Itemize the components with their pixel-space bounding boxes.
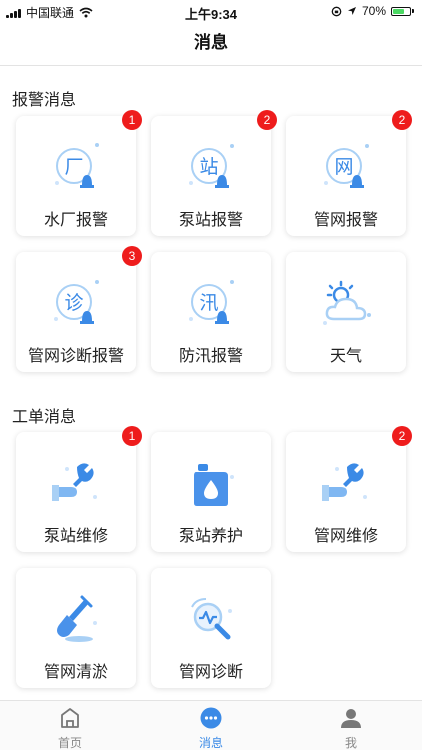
tab-messages[interactable]: 消息 <box>171 701 251 751</box>
pipe-diagnosis-alarm-icon: 诊 <box>54 280 99 324</box>
message-icon <box>200 707 222 729</box>
card-label: 管网诊断 <box>178 664 243 681</box>
card-weather[interactable]: 天气 <box>286 252 406 372</box>
glyph-text: 网 <box>334 156 353 178</box>
flood-control-alarm-icon: 汛 <box>189 280 234 324</box>
pipe-network-alarm-icon: 网 <box>324 144 369 188</box>
card-flood-control-alarm[interactable]: 汛 防汛报警 <box>151 252 271 372</box>
tab-label: 消息 <box>198 736 223 750</box>
battery-percent: 70% <box>361 4 386 18</box>
home-icon <box>61 708 79 728</box>
oil-canister-icon <box>194 464 234 506</box>
card-label: 天气 <box>329 348 362 365</box>
tab-home[interactable]: 首页 <box>30 701 110 751</box>
badge-count: 1 <box>122 426 142 446</box>
shovel-icon <box>57 595 97 642</box>
tab-label: 我 <box>344 736 357 750</box>
card-label: 管网清淤 <box>43 664 108 681</box>
card-label: 管网报警 <box>313 212 378 229</box>
repair-hand-wrench-icon <box>322 463 367 501</box>
section-title-work-order: 工单消息 <box>12 409 77 426</box>
tab-bar: 首页 消息 我 <box>0 700 422 750</box>
badge-count: 2 <box>392 110 412 130</box>
card-label: 泵站维修 <box>43 528 108 545</box>
card-pipe-diagnosis-alarm[interactable]: 诊 管网诊断报警 3 <box>16 246 142 372</box>
badge-count: 2 <box>257 110 277 130</box>
badge-count: 3 <box>122 246 142 266</box>
location-icon <box>347 7 356 15</box>
pump-station-alarm-icon: 站 <box>189 144 234 188</box>
badge-count: 1 <box>122 110 142 130</box>
glyph-text: 诊 <box>64 292 83 314</box>
nav-title: 消息 <box>0 22 422 66</box>
weather-icon <box>323 280 371 325</box>
battery-icon <box>391 6 414 16</box>
card-pump-repair[interactable]: 泵站维修 1 <box>16 426 142 552</box>
badge-count: 2 <box>392 426 412 446</box>
repair-hand-wrench-icon <box>52 463 97 501</box>
glyph-text: 站 <box>199 156 218 178</box>
card-label: 管网诊断报警 <box>27 348 124 365</box>
card-pipe-diagnosis[interactable]: 管网诊断 <box>151 568 271 688</box>
card-label: 泵站养护 <box>178 528 243 545</box>
tab-me[interactable]: 我 <box>311 701 391 751</box>
glyph-text: 厂 <box>64 156 83 178</box>
section-title-alarm: 报警消息 <box>12 92 77 109</box>
magnifier-diagnosis-icon <box>191 598 232 640</box>
rotation-lock-icon <box>331 6 342 16</box>
profile-icon <box>341 709 361 728</box>
card-label: 管网维修 <box>313 528 378 545</box>
card-label: 防汛报警 <box>178 348 243 365</box>
water-plant-alarm-icon: 厂 <box>55 143 99 188</box>
card-label: 泵站报警 <box>178 212 243 229</box>
card-pipe-dredging[interactable]: 管网清淤 <box>16 568 136 688</box>
card-pump-station-alarm[interactable]: 站 泵站报警 2 <box>151 110 277 236</box>
card-pipe-network-alarm[interactable]: 网 管网报警 2 <box>286 110 412 236</box>
card-water-plant-alarm[interactable]: 厂 水厂报警 1 <box>16 110 142 236</box>
card-pipe-repair[interactable]: 管网维修 2 <box>286 426 412 552</box>
status-right: 70% <box>331 4 414 18</box>
status-bar: 中国联通 上午9:34 70% <box>0 0 422 22</box>
card-pump-maintenance[interactable]: 泵站养护 <box>151 432 271 552</box>
glyph-text: 汛 <box>199 292 218 314</box>
tab-label: 首页 <box>57 736 82 750</box>
card-label: 水厂报警 <box>43 212 108 229</box>
